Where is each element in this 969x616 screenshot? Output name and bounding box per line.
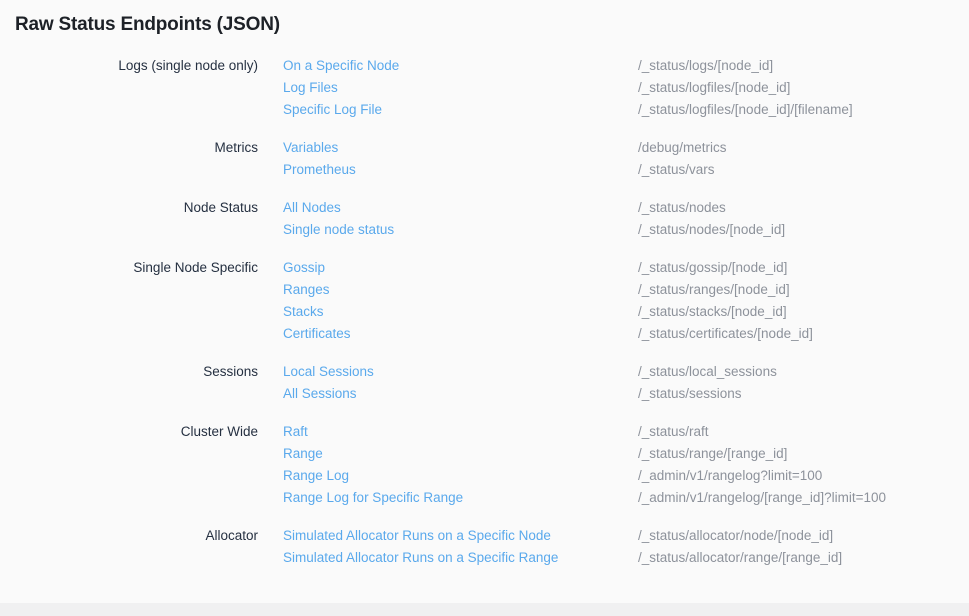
endpoint-link[interactable]: Range Log	[283, 465, 613, 487]
endpoint-path: /_status/allocator/node/[node_id]	[638, 525, 969, 547]
footer-strip	[0, 603, 969, 616]
endpoint-paths: /_status/nodes/_status/nodes/[node_id]	[638, 197, 969, 241]
endpoint-link[interactable]: Specific Log File	[283, 99, 613, 121]
endpoint-link[interactable]: Simulated Allocator Runs on a Specific N…	[283, 525, 613, 547]
endpoint-link[interactable]: All Sessions	[283, 383, 613, 405]
endpoint-link[interactable]: Stacks	[283, 301, 613, 323]
endpoint-link[interactable]: Local Sessions	[283, 361, 613, 383]
endpoint-paths: /_status/gossip/[node_id]/_status/ranges…	[638, 257, 969, 345]
endpoint-link[interactable]: Certificates	[283, 323, 613, 345]
endpoint-path: /_status/raft	[638, 421, 969, 443]
endpoint-group: Cluster Wide RaftRangeRange LogRange Log…	[0, 421, 969, 509]
endpoint-paths: /_status/allocator/node/[node_id]/_statu…	[638, 525, 969, 569]
endpoint-paths: /_status/raft/_status/range/[range_id]/_…	[638, 421, 969, 509]
endpoint-path: /_status/certificates/[node_id]	[638, 323, 969, 345]
endpoint-links: VariablesPrometheus	[283, 137, 613, 181]
endpoint-link[interactable]: Single node status	[283, 219, 613, 241]
endpoint-path: /_status/gossip/[node_id]	[638, 257, 969, 279]
endpoint-category-label: Sessions	[0, 361, 258, 405]
endpoint-path: /_status/vars	[638, 159, 969, 181]
endpoint-path: /_status/stacks/[node_id]	[638, 301, 969, 323]
endpoint-links: RaftRangeRange LogRange Log for Specific…	[283, 421, 613, 509]
endpoint-link[interactable]: On a Specific Node	[283, 55, 613, 77]
endpoint-category-label: Logs (single node only)	[0, 55, 258, 121]
endpoint-path: /_status/local_sessions	[638, 361, 969, 383]
endpoint-link[interactable]: Prometheus	[283, 159, 613, 181]
endpoint-links: GossipRangesStacksCertificates	[283, 257, 613, 345]
endpoint-path: /_status/logfiles/[node_id]	[638, 77, 969, 99]
endpoint-paths: /debug/metrics/_status/vars	[638, 137, 969, 181]
endpoint-links: Local SessionsAll Sessions	[283, 361, 613, 405]
endpoint-link[interactable]: Log Files	[283, 77, 613, 99]
endpoint-group: Single Node Specific GossipRangesStacksC…	[0, 257, 969, 345]
endpoints-table: Logs (single node only) On a Specific No…	[0, 55, 969, 569]
endpoint-category-label: Node Status	[0, 197, 258, 241]
endpoint-link[interactable]: Range	[283, 443, 613, 465]
endpoint-paths: /_status/logs/[node_id]/_status/logfiles…	[638, 55, 969, 121]
endpoint-path: /_status/nodes	[638, 197, 969, 219]
endpoint-path: /_status/ranges/[node_id]	[638, 279, 969, 301]
endpoint-links: On a Specific NodeLog FilesSpecific Log …	[283, 55, 613, 121]
endpoint-links: All NodesSingle node status	[283, 197, 613, 241]
endpoint-links: Simulated Allocator Runs on a Specific N…	[283, 525, 613, 569]
endpoint-link[interactable]: Range Log for Specific Range	[283, 487, 613, 509]
endpoint-group: Metrics VariablesPrometheus /debug/metri…	[0, 137, 969, 181]
endpoint-path: /_status/sessions	[638, 383, 969, 405]
endpoint-group: Logs (single node only) On a Specific No…	[0, 55, 969, 121]
endpoint-group: Allocator Simulated Allocator Runs on a …	[0, 525, 969, 569]
endpoint-category-label: Cluster Wide	[0, 421, 258, 509]
endpoint-path: /_status/logs/[node_id]	[638, 55, 969, 77]
endpoint-path: /_status/allocator/range/[range_id]	[638, 547, 969, 569]
page-title: Raw Status Endpoints (JSON)	[15, 13, 969, 37]
endpoint-path: /_status/nodes/[node_id]	[638, 219, 969, 241]
endpoint-link[interactable]: Raft	[283, 421, 613, 443]
endpoint-category-label: Metrics	[0, 137, 258, 181]
endpoint-group: Node Status All NodesSingle node status …	[0, 197, 969, 241]
endpoint-link[interactable]: Gossip	[283, 257, 613, 279]
endpoint-link[interactable]: All Nodes	[283, 197, 613, 219]
endpoint-category-label: Allocator	[0, 525, 258, 569]
endpoint-link[interactable]: Ranges	[283, 279, 613, 301]
endpoint-link[interactable]: Variables	[283, 137, 613, 159]
endpoint-path: /debug/metrics	[638, 137, 969, 159]
endpoint-category-label: Single Node Specific	[0, 257, 258, 345]
endpoint-paths: /_status/local_sessions/_status/sessions	[638, 361, 969, 405]
endpoint-path: /_admin/v1/rangelog?limit=100	[638, 465, 969, 487]
endpoint-path: /_status/logfiles/[node_id]/[filename]	[638, 99, 969, 121]
endpoint-link[interactable]: Simulated Allocator Runs on a Specific R…	[283, 547, 613, 569]
endpoint-path: /_status/range/[range_id]	[638, 443, 969, 465]
endpoint-group: Sessions Local SessionsAll Sessions /_st…	[0, 361, 969, 405]
endpoint-path: /_admin/v1/rangelog/[range_id]?limit=100	[638, 487, 969, 509]
